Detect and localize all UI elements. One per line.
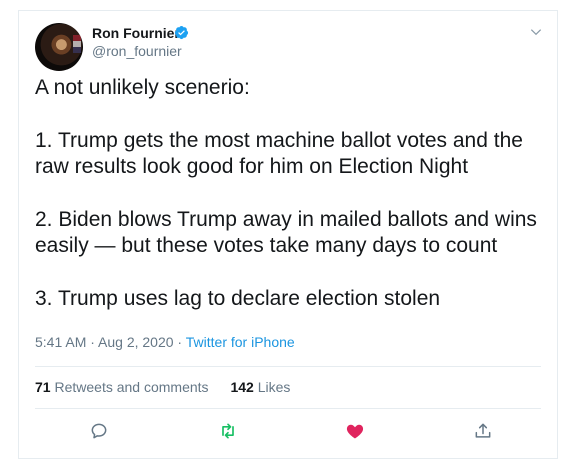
retweet-button[interactable]: [218, 421, 238, 441]
tweet-meta: 5:41 AM · Aug 2, 2020 · Twitter for iPho…: [35, 334, 295, 350]
tweet-card: Ron Fournier @ron_fournier A not unlikel…: [18, 10, 558, 459]
likes-label: Likes: [257, 379, 291, 395]
verified-badge-icon: [174, 25, 189, 40]
chevron-down-icon[interactable]: [529, 25, 543, 39]
tweet-line: 1. Trump gets the most machine ballot vo…: [35, 128, 523, 179]
tweet-line: A not unlikely scenerio:: [35, 76, 250, 99]
likes-stat[interactable]: 142 Likes: [230, 379, 290, 395]
retweet-icon: [222, 423, 234, 439]
avatar[interactable]: [35, 23, 83, 71]
retweets-stat[interactable]: 71 Retweets and comments: [35, 379, 209, 395]
retweets-label: Retweets and comments: [54, 379, 209, 395]
tweet-line: 2. Biden blows Trump away in mailed ball…: [35, 207, 537, 258]
tweet-stats: 71 Retweets and comments 142 Likes: [35, 379, 290, 395]
like-button[interactable]: [345, 421, 365, 441]
likes-count: 142: [230, 379, 254, 395]
author-handle[interactable]: @ron_fournier: [92, 43, 182, 59]
author-name[interactable]: Ron Fournier: [92, 25, 180, 41]
divider: [35, 408, 541, 409]
meta-separator: ·: [173, 334, 186, 350]
retweets-count: 71: [35, 379, 51, 395]
avatar-flag-detail: [73, 35, 81, 53]
tweet-text: A not unlikely scenerio: 1. Trump gets t…: [35, 75, 545, 312]
heart-icon: [346, 424, 364, 439]
share-button[interactable]: [473, 421, 493, 441]
divider: [35, 366, 541, 367]
tweet-line: 3. Trump uses lag to declare election st…: [35, 286, 441, 310]
tweet-actions: [19, 421, 557, 445]
share-icon: [475, 423, 491, 438]
tweet-timestamp[interactable]: 5:41 AM · Aug 2, 2020: [35, 334, 174, 350]
tweet-source-link[interactable]: Twitter for iPhone: [186, 334, 295, 350]
reply-icon: [91, 423, 107, 439]
reply-button[interactable]: [89, 421, 109, 441]
